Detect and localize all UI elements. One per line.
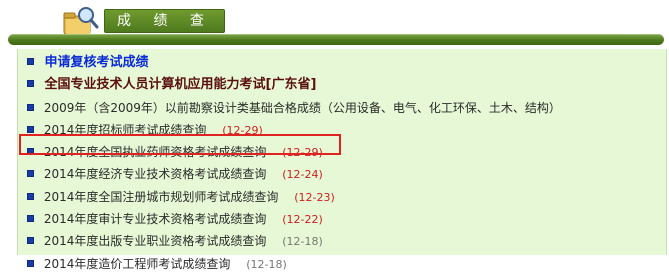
list-item-link[interactable]: 申请复核考试成绩 (45, 55, 149, 70)
list-item[interactable]: 2014年度经济专业技术资格考试成绩查询 (12-24) (27, 163, 657, 185)
bullet-icon (27, 170, 34, 178)
list-item-date: (12-18) (282, 235, 323, 249)
highlight-box (19, 134, 341, 155)
result-list: 申请复核考试成绩 全国专业技术人员计算机应用能力考试[广东省] 2009年（含2… (27, 52, 657, 275)
list-item[interactable]: 2014年度审计专业技术资格考试成绩查询 (12-22) (27, 208, 657, 230)
list-item-link[interactable]: 2014年度审计专业技术资格考试成绩查询 (44, 212, 267, 226)
bullet-icon (27, 259, 34, 267)
list-item-date: (12-18) (246, 257, 287, 271)
bullet-icon (27, 237, 34, 245)
list-item[interactable]: 2014年度全国注册城市规划师考试成绩查询 (12-23) (27, 186, 657, 208)
bullet-icon (27, 125, 34, 133)
list-item[interactable]: 申请复核考试成绩 (27, 52, 657, 74)
list-item[interactable]: 2009年（含2009年）以前勘察设计类基础合格成绩（公用设备、电气、化工环保、… (27, 97, 657, 119)
page-title: 成 绩 查 询 (104, 9, 225, 51)
list-item-link[interactable]: 全国专业技术人员计算机应用能力考试[广东省] (45, 77, 317, 92)
list-item-date: (12-24) (282, 168, 323, 182)
list-item-link[interactable]: 2014年度出版专业职业资格考试成绩查询 (44, 234, 267, 248)
list-item-date: (12-23) (294, 190, 335, 204)
score-query-panel: 成 绩 查 询 申请复核考试成绩 全国专业技术人员计算机应用能力考试[广东省] … (0, 0, 669, 271)
list-item[interactable]: 2014年度造价工程师考试成绩查询 (12-18) (27, 253, 657, 275)
list-item-link[interactable]: 2014年度造价工程师考试成绩查询 (44, 257, 231, 271)
bullet-icon (27, 80, 34, 88)
list-item-date: (12-22) (282, 213, 323, 227)
bullet-icon (27, 192, 34, 200)
header-bar (8, 34, 664, 45)
list-item[interactable]: 全国专业技术人员计算机应用能力考试[广东省] (27, 74, 657, 96)
bullet-icon (27, 103, 34, 111)
bullet-icon (27, 215, 34, 223)
header: 成 绩 查 询 (0, 0, 669, 51)
list-item-link[interactable]: 2014年度全国注册城市规划师考试成绩查询 (44, 190, 279, 204)
bullet-icon (27, 58, 34, 65)
list-item[interactable]: 2014年度出版专业职业资格考试成绩查询 (12-18) (27, 230, 657, 252)
list-item-link[interactable]: 2009年（含2009年）以前勘察设计类基础合格成绩（公用设备、电气、化工环保、… (44, 101, 561, 115)
folder-search-icon (63, 7, 99, 35)
list-item-link[interactable]: 2014年度经济专业技术资格考试成绩查询 (44, 167, 267, 181)
